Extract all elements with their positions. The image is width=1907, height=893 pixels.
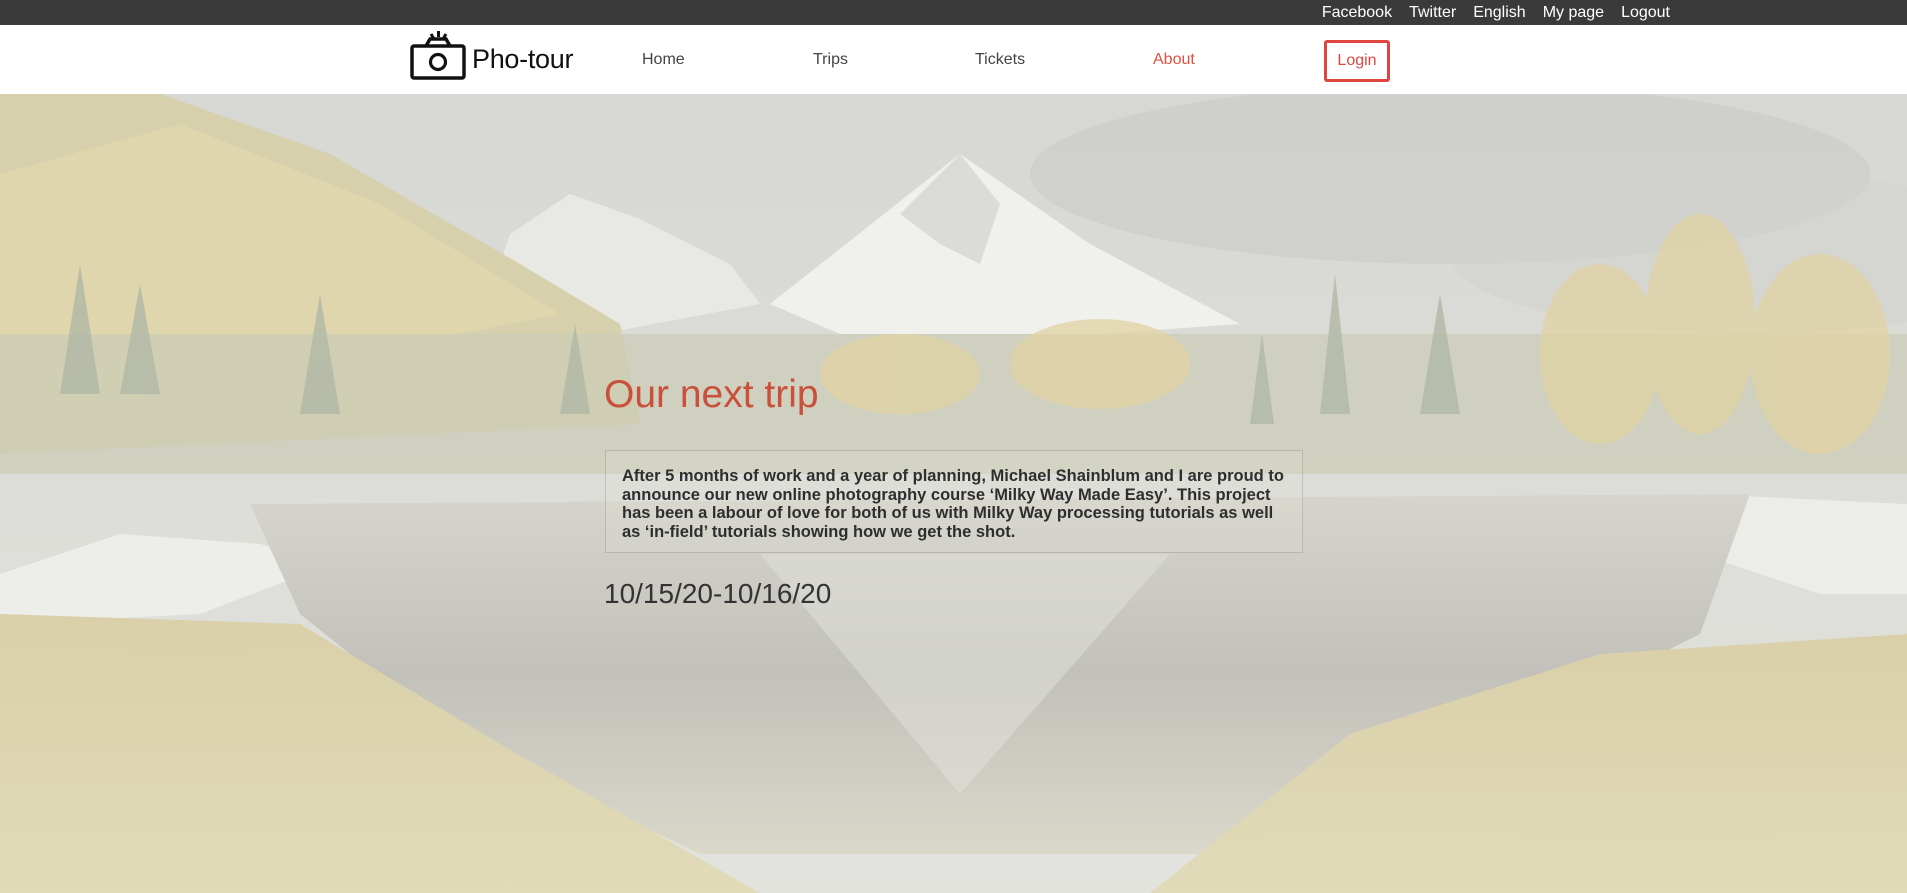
hero-section: Our next trip After 5 months of work and… [0,94,1907,893]
top-links: Facebook Twitter English My page Logout [1322,0,1670,25]
trip-description: After 5 months of work and a year of pla… [605,450,1303,553]
main-navbar: Pho-tour Home Trips Tickets About Login [0,25,1907,94]
logo-text: Pho-tour [472,43,574,74]
my-page-link[interactable]: My page [1543,0,1604,25]
nav-trips[interactable]: Trips [813,25,848,94]
nav-home[interactable]: Home [642,25,685,94]
language-link[interactable]: English [1473,0,1525,25]
trip-dates: 10/15/20-10/16/20 [604,578,832,609]
login-button[interactable]: Login [1324,40,1390,82]
trip-title: Our next trip [604,373,819,416]
nav-tickets[interactable]: Tickets [975,25,1025,94]
facebook-link[interactable]: Facebook [1322,0,1392,25]
top-utility-bar: Facebook Twitter English My page Logout [0,0,1907,25]
logout-link[interactable]: Logout [1621,0,1670,25]
nav-about[interactable]: About [1153,25,1195,94]
camera-icon [410,31,468,81]
twitter-link[interactable]: Twitter [1409,0,1456,25]
site-logo[interactable]: Pho-tour [410,28,573,84]
